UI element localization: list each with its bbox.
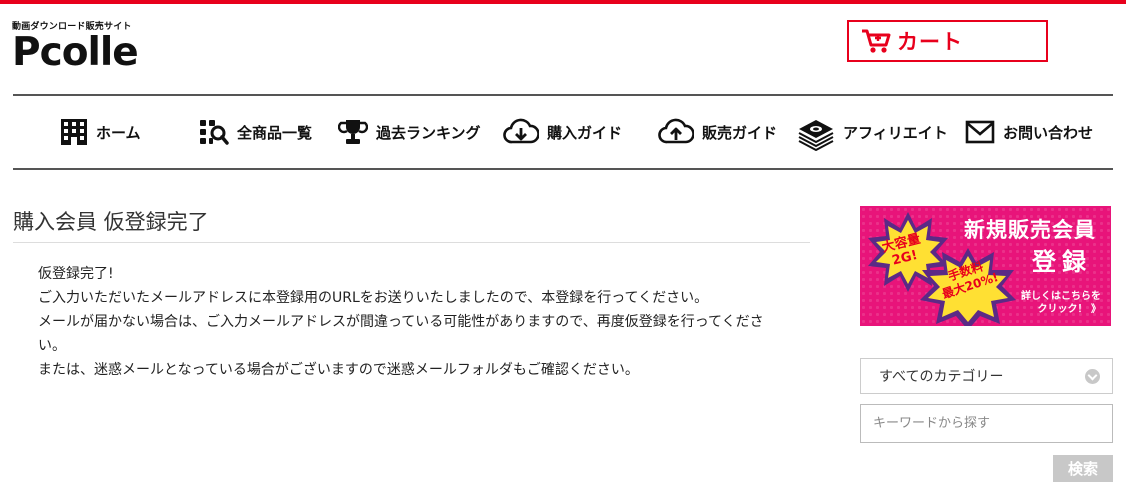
money-stack-icon xyxy=(798,120,834,151)
message-line: い。 xyxy=(38,338,66,354)
trophy-icon xyxy=(338,120,368,144)
nav-label: アフィリエイト xyxy=(843,123,948,142)
cloud-upload-icon xyxy=(658,118,694,144)
nav-bottom-rule xyxy=(13,168,1113,170)
building-icon xyxy=(61,119,87,145)
nav-label: 販売ガイド xyxy=(702,123,778,142)
main-nav: ホーム 全商品一覧 過去ランキング 購入ガイド 販売ガイド アフィリエイト お問… xyxy=(13,96,1113,168)
nav-label: 購入ガイド xyxy=(547,123,623,142)
message-line: 仮登録完了! xyxy=(38,266,114,282)
nav-label: お問い合わせ xyxy=(1003,123,1094,142)
banner-title-2: 登録 xyxy=(1032,248,1092,276)
chevron-down-icon xyxy=(1085,369,1100,384)
message-line: または、迷惑メールとなっている場合がございますので迷惑メールフォルダもご確認くだ… xyxy=(38,362,639,378)
nav-item-affiliate[interactable]: アフィリエイト xyxy=(797,96,948,168)
mail-icon xyxy=(965,120,995,144)
nav-item-contact[interactable]: お問い合わせ xyxy=(965,96,1093,168)
search-button[interactable]: 検索 xyxy=(1053,455,1113,482)
message-body: 仮登録完了! ご入力いただいたメールアドレスに本登録用のURLをお送りいたしまし… xyxy=(38,262,778,382)
nav-item-sales-guide[interactable]: 販売ガイド xyxy=(658,96,777,168)
message-line: メールが届かない場合は、ご入力メールアドレスが間違っている可能性がありますので、… xyxy=(38,314,764,330)
banner-title: 新規販売会員 xyxy=(964,218,1096,242)
nav-label: ホーム xyxy=(96,123,141,142)
logo-wordmark: Pcolle xyxy=(12,30,139,75)
cart-button[interactable]: カート xyxy=(847,20,1048,62)
cloud-download-icon xyxy=(503,118,539,144)
category-select-value: すべてのカテゴリー xyxy=(879,369,1004,385)
nav-item-ranking[interactable]: 過去ランキング xyxy=(338,96,481,168)
category-select[interactable]: すべてのカテゴリー xyxy=(860,358,1113,394)
page-title: 購入会員 仮登録完了 xyxy=(13,210,209,234)
cart-icon xyxy=(862,29,891,53)
site-logo[interactable]: 動画ダウンロード販売サイト Pcolle xyxy=(12,22,139,75)
title-divider xyxy=(13,242,810,243)
nav-label: 全商品一覧 xyxy=(237,123,313,142)
top-accent-bar xyxy=(0,0,1126,4)
banner-more-link: 詳しくはこちらを クリック！ 》 xyxy=(1021,291,1101,315)
nav-item-all-products[interactable]: 全商品一覧 xyxy=(199,96,312,168)
cart-label: カート xyxy=(897,30,963,54)
grid-search-icon xyxy=(200,120,229,145)
seller-signup-banner[interactable]: 大容量 2G! 手数料 最大20%! 新規販売会員 登録 詳しくはこちらを クリ… xyxy=(860,206,1111,326)
nav-label: 過去ランキング xyxy=(376,123,481,142)
keyword-search-input[interactable] xyxy=(860,404,1113,443)
message-line: ご入力いただいたメールアドレスに本登録用のURLをお送りいたしましたので、本登録… xyxy=(38,290,709,306)
nav-item-home[interactable]: ホーム xyxy=(60,96,141,168)
nav-item-purchase-guide[interactable]: 購入ガイド xyxy=(503,96,622,168)
